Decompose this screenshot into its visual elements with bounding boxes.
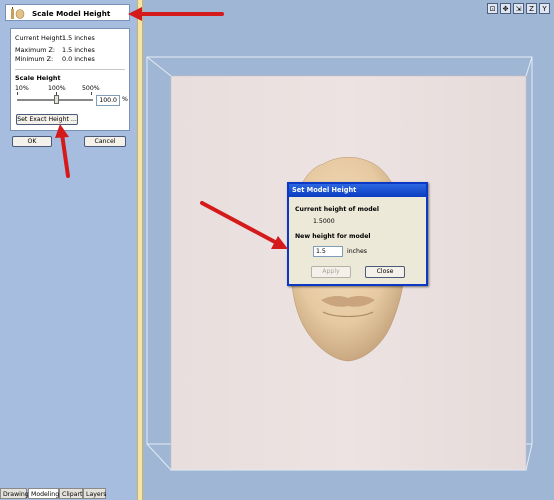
dialog-title[interactable]: Set Model Height xyxy=(289,184,426,197)
tab-layers[interactable]: Layers xyxy=(83,488,106,499)
panel-tabs: Drawing Modeling Clipart Layers xyxy=(0,488,137,500)
maximum-z-label: Maximum Z: xyxy=(15,46,56,54)
scale-slider-thumb[interactable] xyxy=(54,95,59,104)
current-height-label: Current Height: xyxy=(15,34,65,42)
new-height-input[interactable]: 1.5 xyxy=(313,246,343,257)
tick-label-100: 100% xyxy=(48,85,66,92)
current-height-caption: Current height of model xyxy=(295,206,379,213)
scale-percent-input[interactable]: 100.0 xyxy=(96,95,120,106)
z-view-icon[interactable]: Z xyxy=(526,3,537,14)
y-view-icon[interactable]: Y xyxy=(539,3,550,14)
tick-label-10: 10% xyxy=(15,85,29,92)
maximum-z-value: 1.5 inches xyxy=(62,46,95,54)
tick-label-500: 500% xyxy=(82,85,100,92)
set-model-height-dialog: Set Model Height Current height of model… xyxy=(287,182,428,286)
divider xyxy=(15,69,125,70)
left-panel: Scale Model Height Current Height: 1.5 i… xyxy=(0,0,137,500)
view-icon-toolbar: ⊡ ✥ ⇲ Z Y xyxy=(487,3,551,15)
iso-view-icon[interactable]: ⊡ xyxy=(487,3,498,14)
apply-button[interactable]: Apply xyxy=(311,266,351,278)
set-exact-height-button[interactable]: Set Exact Height ... xyxy=(16,114,78,125)
zoom-view-icon[interactable]: ⇲ xyxy=(513,3,524,14)
percent-unit: % xyxy=(122,96,128,103)
cancel-button[interactable]: Cancel xyxy=(84,136,126,147)
minimum-z-label: Minimum Z: xyxy=(15,55,54,63)
tab-clipart[interactable]: Clipart xyxy=(59,488,83,499)
close-button[interactable]: Close xyxy=(365,266,405,278)
scale-height-icon xyxy=(11,7,25,19)
current-height-readout: 1.5000 xyxy=(313,218,335,225)
new-height-caption: New height for model xyxy=(295,233,371,240)
height-unit: inches xyxy=(347,248,367,255)
ok-button[interactable]: OK xyxy=(12,136,52,147)
tab-drawing[interactable]: Drawing xyxy=(0,488,29,499)
pan-view-icon[interactable]: ✥ xyxy=(500,3,511,14)
current-height-value: 1.5 inches xyxy=(62,34,95,42)
tick-mark xyxy=(17,92,18,95)
panel-title: Scale Model Height xyxy=(32,9,111,18)
tick-mark xyxy=(91,92,92,95)
tab-modeling[interactable]: Modeling xyxy=(28,488,59,499)
height-info-box: Current Height: 1.5 inches Maximum Z: 1.… xyxy=(10,28,130,131)
panel-header: Scale Model Height xyxy=(5,4,130,21)
scale-height-title: Scale Height xyxy=(15,74,61,82)
minimum-z-value: 0.0 inches xyxy=(62,55,95,63)
